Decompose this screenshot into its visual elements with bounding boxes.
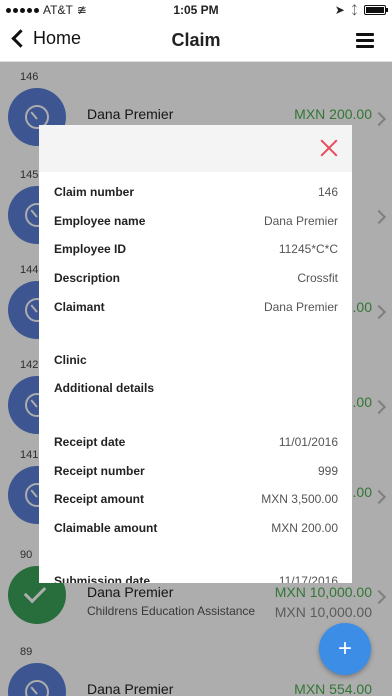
receipt-amount-row: Receipt amount MXN 3,500.00	[54, 492, 338, 512]
claimant-row: Claimant Dana Premier	[54, 300, 338, 320]
employee-id-row: Employee ID 11245*C*C	[54, 242, 338, 262]
claim-number-row: Claim number 146	[54, 185, 338, 205]
clock-time: 1:05 PM	[173, 3, 219, 17]
receipt-number-row: Receipt number 999	[54, 464, 338, 484]
field-value: 11/17/2016	[278, 574, 338, 583]
claim-detail-modal: Claim number 146 Employee name Dana Prem…	[39, 125, 352, 583]
description-row: Description Crossfit	[54, 271, 338, 291]
field-label: Employee name	[54, 214, 146, 228]
field-label: Employee ID	[54, 242, 127, 256]
field-value: 11/01/2016	[278, 435, 338, 449]
field-value: 146	[317, 185, 338, 199]
additional-details-row: Additional details	[54, 381, 338, 401]
page-title: Claim	[171, 30, 221, 50]
field-value: Dana Premier	[263, 214, 338, 228]
field-label: Description	[54, 271, 121, 285]
employee-name-row: Employee name Dana Premier	[54, 214, 338, 234]
submission-date-row: Submission date 11/17/2016	[54, 574, 338, 583]
location-icon: ➤	[334, 3, 345, 17]
field-label: Claim number	[54, 185, 135, 199]
status-bar: AT&T ≇ 1:05 PM ➤ ᛨ	[0, 0, 392, 20]
field-value: MXN 3,500.00	[261, 492, 338, 506]
add-claim-button[interactable]: +	[319, 623, 371, 675]
nav-bar: Home Claim	[0, 20, 392, 62]
field-value: Dana Premier	[263, 300, 338, 314]
field-value: Crossfit	[297, 271, 338, 285]
field-value: MXN 200.00	[271, 521, 338, 535]
field-label: Additional details	[54, 381, 155, 395]
battery-icon	[364, 5, 388, 15]
field-label: Receipt date	[54, 435, 126, 449]
close-icon[interactable]	[318, 137, 340, 159]
field-value: 11245*C*C	[278, 242, 338, 256]
clinic-row: Clinic	[54, 353, 338, 373]
receipt-date-row: Receipt date 11/01/2016	[54, 435, 338, 455]
menu-icon[interactable]	[356, 33, 374, 48]
field-label: Claimant	[54, 300, 105, 314]
field-label: Claimable amount	[54, 521, 158, 535]
field-value: 999	[317, 464, 338, 478]
field-label: Clinic	[54, 353, 87, 367]
field-label: Submission date	[54, 574, 151, 583]
modal-header	[39, 125, 352, 172]
claimable-amount-row: Claimable amount MXN 200.00	[54, 521, 338, 541]
bluetooth-icon: ᛨ	[350, 3, 358, 17]
field-label: Receipt number	[54, 464, 145, 478]
field-label: Receipt amount	[54, 492, 145, 506]
